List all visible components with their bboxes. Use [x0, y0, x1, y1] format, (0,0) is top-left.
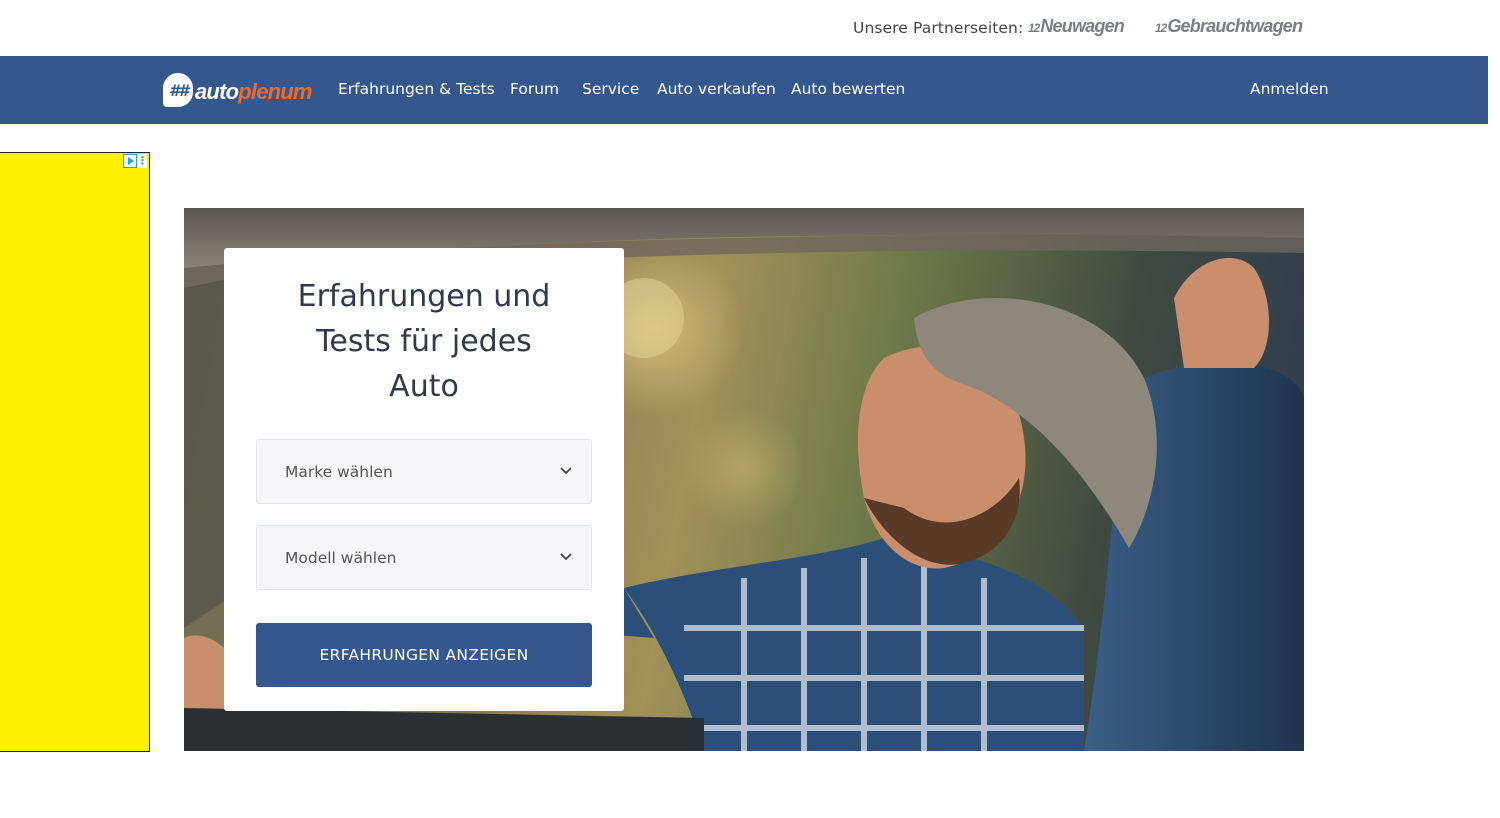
more-options-icon[interactable]: ⋮	[137, 154, 148, 168]
nav-item-erfahrungen-tests[interactable]: Erfahrungen & Tests	[338, 80, 495, 98]
nav-item-service[interactable]: Service	[582, 80, 639, 98]
partner-name: Neuwagen	[1040, 16, 1124, 36]
ad-banner[interactable]: ⋮	[0, 152, 150, 752]
hero-title-line: Auto	[389, 369, 459, 404]
partner-bar: Unsere Partnerseiten: 12 Neuwagen 12 Geb…	[0, 0, 1500, 56]
brand-select[interactable]: Marke wählen	[256, 439, 592, 504]
nav-item-forum[interactable]: Forum	[510, 80, 559, 98]
login-link[interactable]: Anmelden	[1250, 80, 1329, 98]
partner-prefix: 12	[1028, 21, 1040, 35]
logo-badge-icon: ##	[163, 73, 193, 107]
hero-title: Erfahrungen und Tests für jedes Auto	[264, 274, 584, 409]
partner-label: Unsere Partnerseiten:	[853, 19, 1024, 37]
main-navigation: ## autoplenum Erfahrungen & Tests Forum …	[0, 56, 1488, 124]
adchoices-icon[interactable]	[123, 154, 137, 168]
logo-word-plenum: plenum	[238, 79, 312, 104]
hero-title-line: Tests für jedes	[316, 324, 532, 359]
partner-link-12neuwagen[interactable]: 12 Neuwagen	[1028, 16, 1125, 37]
nav-item-auto-bewerten[interactable]: Auto bewerten	[791, 80, 905, 98]
search-card: Erfahrungen und Tests für jedes Auto Mar…	[224, 248, 624, 711]
ad-choices[interactable]: ⋮	[123, 154, 148, 168]
show-reviews-button[interactable]: ERFAHRUNGEN ANZEIGEN	[256, 623, 592, 687]
hero-title-line: Erfahrungen und	[297, 279, 551, 314]
model-select-value: Modell wählen	[285, 548, 397, 567]
logo-word-auto: auto	[195, 79, 239, 104]
chevron-down-icon	[560, 553, 572, 561]
partner-name: Gebrauchtwagen	[1167, 16, 1303, 36]
nav-item-auto-verkaufen[interactable]: Auto verkaufen	[657, 80, 776, 98]
logo-wordmark: autoplenum	[195, 81, 312, 103]
chevron-down-icon	[560, 467, 572, 475]
partner-prefix: 12	[1155, 21, 1167, 35]
brand-select-value: Marke wählen	[285, 462, 393, 481]
partner-link-12gebrauchtwagen[interactable]: 12 Gebrauchtwagen	[1155, 16, 1303, 37]
model-select[interactable]: Modell wählen	[256, 525, 592, 590]
site-logo[interactable]: ## autoplenum	[163, 71, 312, 109]
